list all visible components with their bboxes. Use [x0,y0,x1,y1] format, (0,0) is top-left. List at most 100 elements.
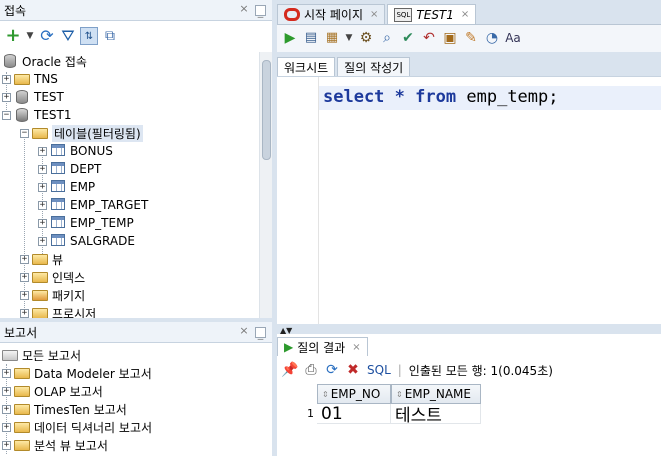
table-cell[interactable]: 01 [317,404,391,424]
close-tab-icon[interactable]: × [461,9,469,20]
tree-item-table[interactable]: + EMP_TARGET [38,196,148,214]
refresh-icon[interactable]: ⟳ [38,27,56,45]
collapse-icon[interactable]: − [20,128,29,138]
reports-item[interactable]: + 분석 뷰 보고서 [2,436,108,454]
explain-plan-icon[interactable]: ▦ [323,29,341,47]
tree-item-procedures[interactable]: + 프로시저 [20,304,96,318]
expand-icon[interactable]: + [38,236,47,246]
results-toolbar: 📌 ⎙ ⟳ ✖ SQL | 인출된 모든 행: 1(0.045초) [277,360,553,380]
table-cell[interactable]: 테스트 [391,404,481,426]
scrollbar-thumb[interactable] [262,60,271,160]
indexes-folder-icon [32,270,48,284]
tree-root[interactable]: Oracle 접속 [2,52,87,70]
tab-query-builder[interactable]: 질의 작성기 [337,57,411,76]
expand-icon[interactable]: + [38,164,47,174]
sql-link[interactable]: SQL [367,363,391,377]
tree-item-table[interactable]: + EMP_TEMP [38,214,134,232]
star-operator: * [394,87,405,107]
tree-item-label: OLAP 보고서 [34,384,103,399]
expand-icon[interactable]: + [20,272,29,282]
tree-item-tables[interactable]: − 테이블(필터링됨) [20,124,143,142]
separator: | [397,363,402,377]
reports-item[interactable]: + TimesTen 보고서 [2,400,127,418]
commit-icon[interactable]: ✔ [399,29,417,47]
close-tab-icon[interactable]: × [370,9,378,20]
reports-item[interactable]: + OLAP 보고서 [2,382,103,400]
dropdown-arrow-icon[interactable]: ▼ [344,29,354,47]
rollback-icon[interactable]: ↶ [420,29,438,47]
close-icon[interactable]: × [237,3,251,17]
close-tab-icon[interactable]: × [352,342,360,353]
pin-icon[interactable]: 📌 [281,361,299,379]
expand-icon[interactable]: + [2,74,11,84]
expand-icon[interactable]: + [20,308,29,318]
dropdown-arrow-icon[interactable]: ▼ [25,27,35,45]
tree-item-indexes[interactable]: + 인덱스 [20,268,85,286]
table-icon [50,180,66,194]
schema-browser-icon[interactable]: ⇅ [80,27,98,45]
expand-icon[interactable]: + [38,200,47,210]
filter-icon[interactable]: ⛛ [59,27,77,45]
results-grid: ⇕ EMP_NO ⇕ EMP_NAME 1 01 테스트 [277,384,661,456]
minimize-icon[interactable]: _ [255,327,266,340]
refresh-icon[interactable]: ⟳ [323,361,341,379]
tree-item-packages[interactable]: + 패키지 [20,286,85,304]
connections-tree: Oracle 접속 + TNS + TEST − TEST1 − 테이블(필터링… [0,52,258,318]
format-icon[interactable]: Aa [504,29,522,47]
add-connection-icon[interactable]: + [4,27,22,45]
tree-view-icon[interactable]: ⧉ [101,27,119,45]
tree-item-table[interactable]: + SALGRADE [38,232,135,250]
tab-start-page[interactable]: 시작 페이지 × [277,4,386,24]
editor-tabbar: 시작 페이지 × SQL TEST1 × [277,2,478,24]
results-tabbar: ▶ 질의 결과 × [277,336,370,356]
tree-item-table[interactable]: + BONUS [38,142,113,160]
tree-item-views[interactable]: + 뷰 [20,250,63,268]
print-icon[interactable]: ⎙ [302,361,320,379]
connections-scrollbar[interactable] [259,52,272,318]
collapse-icon[interactable]: − [2,110,11,120]
tab-query-result[interactable]: ▶ 질의 결과 × [277,337,368,356]
cancel-icon[interactable]: ✖ [344,361,362,379]
tab-test1[interactable]: SQL TEST1 × [387,4,477,24]
tree-item-test[interactable]: + TEST [2,88,64,106]
minimize-icon[interactable]: _ [255,5,266,18]
reports-item[interactable]: + 데이터 딕셔너리 보고서 [2,418,152,436]
expand-icon[interactable]: + [2,422,11,432]
sql-history-icon[interactable]: ▣ [441,29,459,47]
expand-icon[interactable]: + [20,254,29,264]
reports-panel-title: 보고서 [4,325,38,340]
tree-item-label: 패키지 [52,288,86,303]
expand-icon[interactable]: + [20,290,29,300]
connections-panel-title: 접속 [4,3,27,18]
tables-folder-icon [32,126,48,140]
sql-tuning-icon[interactable]: ⌕ [378,29,396,47]
expand-icon[interactable]: + [2,404,11,414]
table-icon [50,144,66,158]
expand-icon[interactable]: + [2,440,11,450]
close-icon[interactable]: × [237,325,251,339]
expand-icon[interactable]: + [38,182,47,192]
reports-item[interactable]: + Data Modeler 보고서 [2,364,152,382]
tab-worksheet[interactable]: 워크시트 [277,57,336,76]
expand-icon[interactable]: + [2,368,11,378]
expand-icon[interactable]: + [2,92,11,102]
row-number: 1 [307,407,314,420]
expand-icon[interactable]: + [2,386,11,396]
tree-item-table[interactable]: + EMP [38,178,95,196]
autotrace-icon[interactable]: ⚙ [357,29,375,47]
reports-root[interactable]: 모든 보고서 [2,346,81,364]
sql-editor[interactable]: select * from emp_temp; [277,76,661,324]
tab-label: 시작 페이지 [304,8,364,22]
tree-item-table[interactable]: + DEPT [38,160,101,178]
expand-icon[interactable]: + [38,146,47,156]
run-statement-icon[interactable]: ▶ [281,29,299,47]
run-script-icon[interactable]: ▤ [302,29,320,47]
tab-label: TEST1 [416,7,454,22]
expand-icon[interactable]: + [38,218,47,228]
session-icon[interactable]: ◔ [483,29,501,47]
tree-item-tns[interactable]: + TNS [2,70,58,88]
clear-icon[interactable]: ✎ [462,29,480,47]
column-header[interactable]: ⇕ EMP_NO [317,384,391,404]
reports-tree: 모든 보고서 + Data Modeler 보고서 + OLAP 보고서 + T… [0,346,258,456]
tree-item-test1[interactable]: − TEST1 [2,106,72,124]
